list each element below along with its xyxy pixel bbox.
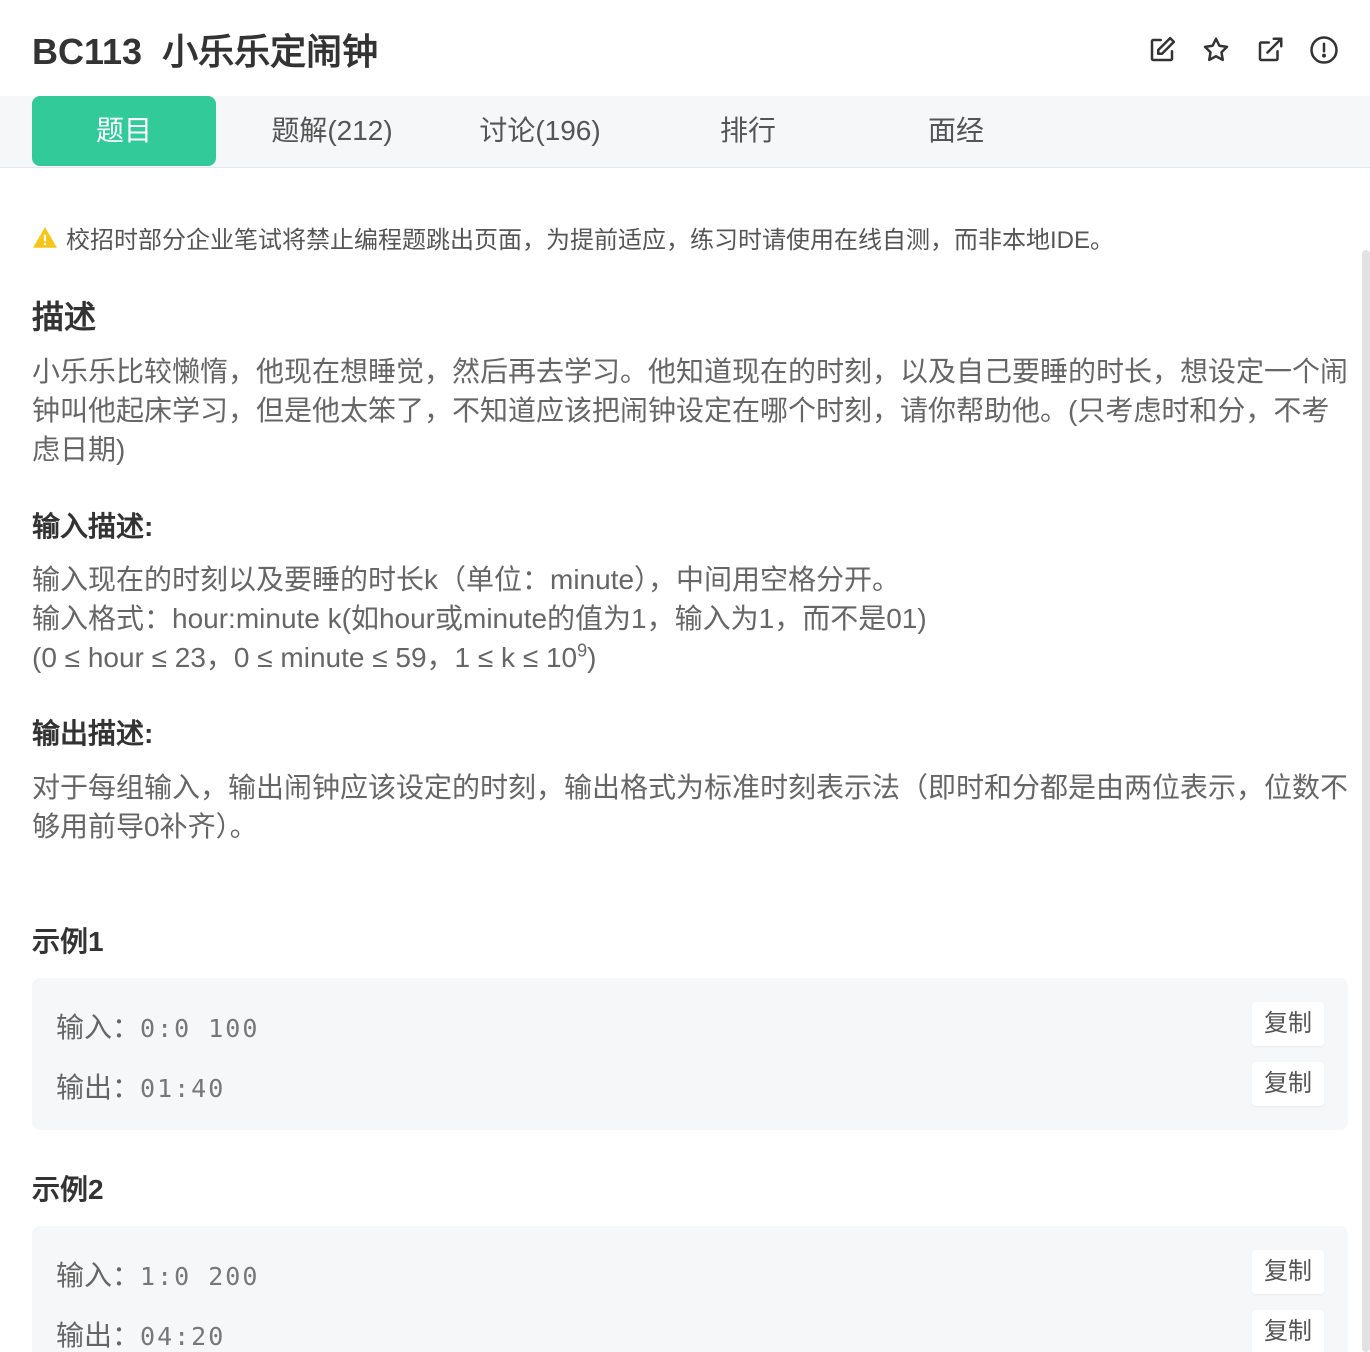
output-label: 输出： <box>56 1320 141 1351</box>
tab-interview[interactable]: 面经 <box>856 96 1056 166</box>
problem-header: BC113 小乐乐定闹钟 <box>0 0 1370 96</box>
example-1-input: 输入：0:0 100 <box>56 1006 259 1046</box>
page-title: BC113 小乐乐定闹钟 <box>32 31 379 72</box>
description-heading: 描述 <box>32 299 97 335</box>
input-range-exponent: 9 <box>577 640 588 661</box>
input-value[interactable]: 0:0 100 <box>140 1014 259 1043</box>
vertical-scrollbar[interactable] <box>1362 250 1370 1352</box>
header-actions <box>1146 34 1340 66</box>
copy-input-button[interactable]: 复制 <box>1252 1002 1324 1046</box>
output-desc-heading: 输出描述: <box>32 718 154 749</box>
input-desc-line3: (0 ≤ hour ≤ 23，0 ≤ minute ≤ 59，1 ≤ k ≤ 1… <box>32 638 1348 677</box>
report-icon[interactable] <box>1308 34 1340 66</box>
example-2-heading: 示例2 <box>32 1174 104 1205</box>
example-1-output: 输出：01:40 <box>56 1066 225 1106</box>
input-desc-heading: 输入描述: <box>32 511 154 542</box>
tab-solutions[interactable]: 题解(212) <box>232 96 432 166</box>
warning-icon <box>33 226 57 248</box>
star-icon[interactable] <box>1200 34 1232 66</box>
tab-discussion[interactable]: 讨论(196) <box>440 96 640 166</box>
input-label: 输入： <box>56 1260 141 1291</box>
tab-ranking[interactable]: 排行 <box>648 96 848 166</box>
example-1-panel: 输入：0:0 100 复制 输出：01:40 复制 <box>32 978 1348 1130</box>
input-desc-line2: 输入格式：hour:minute k(如hour或minute的值为1，输入为1… <box>32 603 927 634</box>
example-1-heading: 示例1 <box>32 926 104 957</box>
output-value[interactable]: 01:40 <box>140 1074 225 1103</box>
input-range-text: (0 ≤ hour ≤ 23，0 ≤ minute ≤ 59，1 ≤ k ≤ 1… <box>32 642 578 673</box>
output-value[interactable]: 04:20 <box>140 1322 225 1351</box>
input-range-close: ) <box>587 642 597 673</box>
copy-input-button[interactable]: 复制 <box>1252 1250 1324 1294</box>
edit-icon[interactable] <box>1146 34 1178 66</box>
input-label: 输入： <box>56 1012 141 1043</box>
output-desc-text: 对于每组输入，输出闹钟应该设定的时刻，输出格式为标准时刻表示法（即时和分都是由两… <box>32 772 1349 842</box>
example-2-output: 输出：04:20 <box>56 1314 225 1352</box>
example-2-input: 输入：1:0 200 <box>56 1254 259 1294</box>
copy-output-button[interactable]: 复制 <box>1252 1310 1324 1352</box>
output-label: 输出： <box>56 1072 141 1103</box>
input-desc-line1: 输入现在的时刻以及要睡的时长k（单位：minute），中间用空格分开。 <box>32 564 901 595</box>
tab-bar: 题目 题解(212) 讨论(196) 排行 面经 <box>0 96 1370 168</box>
input-value[interactable]: 1:0 200 <box>140 1262 259 1291</box>
copy-output-button[interactable]: 复制 <box>1252 1062 1324 1106</box>
share-icon[interactable] <box>1254 34 1286 66</box>
notice-text: 校招时部分企业笔试将禁止编程题跳出页面，为提前适应，练习时请使用在线自测，而非本… <box>66 227 1115 254</box>
description-text: 小乐乐比较懒惰，他现在想睡觉，然后再去学习。他知道现在的时刻，以及自己要睡的时长… <box>32 356 1349 465</box>
example-2-panel: 输入：1:0 200 复制 输出：04:20 复制 <box>32 1226 1348 1352</box>
tab-problem[interactable]: 题目 <box>32 96 216 166</box>
notice-bar: 校招时部分企业笔试将禁止编程题跳出页面，为提前适应，练习时请使用在线自测，而非本… <box>32 220 1114 255</box>
